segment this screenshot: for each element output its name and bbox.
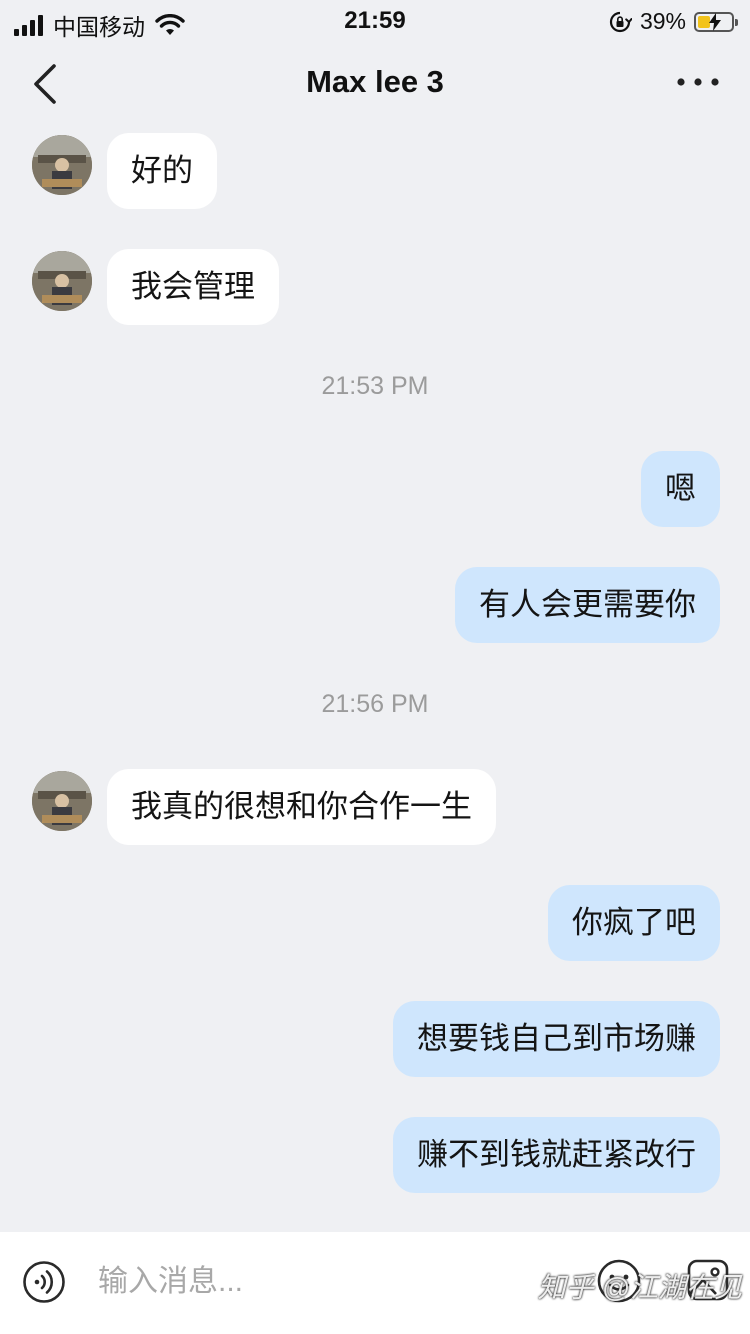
timestamp: 21:56 PM [321, 690, 429, 718]
avatar-photo-icon [32, 771, 92, 831]
contact-avatar[interactable] [32, 251, 92, 311]
nav-bar: Max lee 3 [0, 42, 750, 126]
outgoing-message-bubble[interactable]: 赚不到钱就赶紧改行 [393, 1117, 720, 1193]
message-input-bar: 知乎 @江湖在见 [0, 1232, 750, 1334]
more-options-button[interactable] [676, 72, 720, 92]
watermark-text: 知乎 @江湖在见 [537, 1272, 742, 1303]
battery-charging-icon [694, 11, 738, 32]
status-bar: 中国移动 21:59 39% [0, 0, 750, 42]
battery-percent: 39% [639, 8, 686, 34]
voice-input-button[interactable] [22, 1260, 66, 1304]
avatar-photo-icon [32, 135, 92, 195]
outgoing-message-bubble[interactable]: 嗯 [641, 451, 720, 527]
incoming-message-bubble[interactable]: 我真的很想和你合作一生 [107, 769, 496, 845]
rotation-lock-icon [609, 11, 632, 32]
contact-avatar[interactable] [32, 135, 92, 195]
outgoing-message-bubble[interactable]: 有人会更需要你 [455, 567, 720, 643]
avatar-photo-icon [32, 251, 92, 311]
message-input[interactable] [98, 1254, 558, 1310]
contact-avatar[interactable] [32, 771, 92, 831]
chat-screen: 中国移动 21:59 39% Max lee 3 好的 我会管理 21:53 P… [0, 0, 750, 1334]
outgoing-message-bubble[interactable]: 你疯了吧 [548, 885, 720, 961]
charging-bolt-icon [709, 12, 721, 31]
outgoing-message-bubble[interactable]: 想要钱自己到市场赚 [393, 1001, 720, 1077]
incoming-message-bubble[interactable]: 我会管理 [107, 249, 279, 325]
timestamp: 21:53 PM [321, 372, 429, 400]
chat-title: Max lee 3 [306, 64, 444, 99]
incoming-message-bubble[interactable]: 好的 [107, 133, 217, 209]
status-right: 39% [608, 8, 738, 35]
